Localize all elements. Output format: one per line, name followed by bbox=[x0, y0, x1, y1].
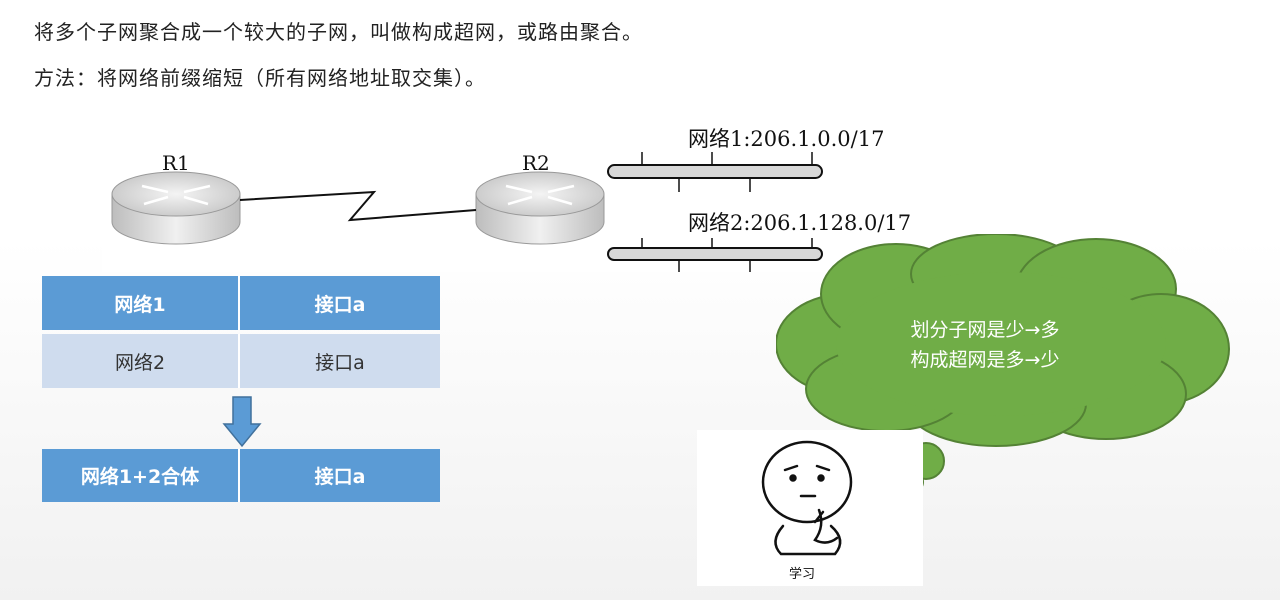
down-arrow-icon bbox=[222, 396, 262, 448]
route-network-cell: 网络2 bbox=[42, 334, 240, 388]
thought-line-2: 构成超网是多→少 bbox=[910, 349, 1060, 371]
route-table-row: 网络2 接口a bbox=[42, 334, 440, 388]
router-r2-label: R2 bbox=[522, 151, 550, 175]
route-interface-cell: 接口a bbox=[314, 293, 366, 316]
router-r1-icon bbox=[111, 171, 241, 245]
aggregated-route-row: 网络1+2合体 接口a bbox=[42, 449, 440, 502]
route-network-cell: 网络1 bbox=[42, 276, 240, 330]
thinking-person: 学习 bbox=[697, 430, 923, 586]
person-label: 学习 bbox=[789, 566, 815, 582]
intro-text: 将多个子网聚合成一个较大的子网，叫做构成超网，或路由聚合。 bbox=[34, 20, 643, 44]
thought-text: 划分子网是少→多 构成超网是多→少 bbox=[820, 315, 1150, 375]
serial-link bbox=[239, 190, 477, 222]
route-interface-cell: 接口a bbox=[315, 351, 365, 374]
thought-line-1: 划分子网是少→多 bbox=[910, 319, 1060, 341]
router-r2-icon bbox=[475, 171, 605, 245]
network1-label: 网络1:206.1.0.0/17 bbox=[688, 127, 884, 151]
method-text: 方法：将网络前缀缩短（所有网络地址取交集）。 bbox=[34, 66, 486, 90]
route-interface-cell: 接口a bbox=[314, 466, 366, 488]
thinking-person-icon: 学习 bbox=[761, 440, 853, 582]
network2-label: 网络2:206.1.128.0/17 bbox=[688, 211, 911, 235]
route-network-cell: 网络1+2合体 bbox=[42, 449, 240, 502]
route-table-header-row: 网络1 接口a bbox=[42, 276, 440, 330]
router-r1-label: R1 bbox=[162, 151, 190, 175]
network1-bus bbox=[607, 152, 823, 192]
